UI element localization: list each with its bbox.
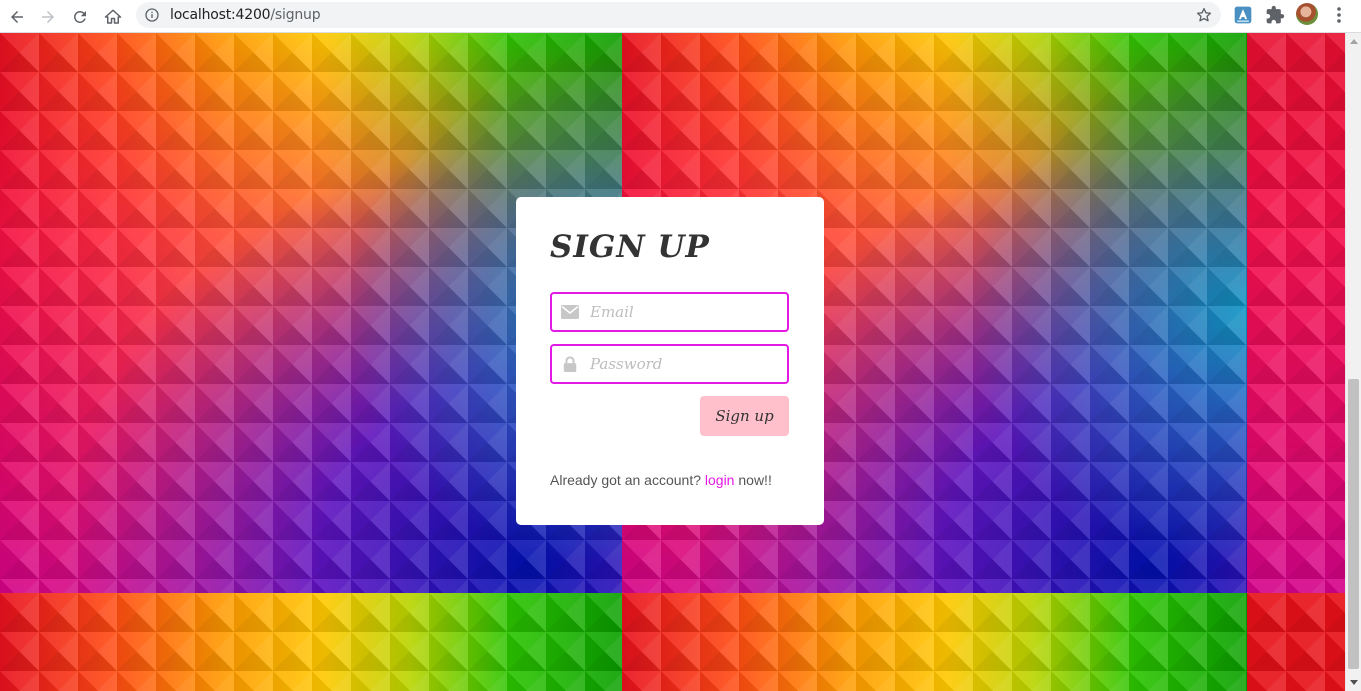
background-tile — [622, 593, 1247, 691]
arrow-right-icon — [42, 11, 54, 23]
password-input[interactable] — [590, 346, 780, 382]
background-tile — [1247, 33, 1345, 593]
login-prompt-suffix: now!! — [738, 472, 772, 488]
envelope-icon — [561, 305, 579, 319]
scroll-up-arrow[interactable] — [1350, 39, 1358, 44]
login-link[interactable]: login — [705, 472, 735, 488]
info-icon[interactable] — [144, 7, 160, 23]
scroll-thumb[interactable] — [1348, 379, 1359, 669]
app-extension-icon[interactable] — [1233, 5, 1253, 25]
signup-card: SIGN UP Sign up Already got an account? … — [516, 197, 824, 525]
url-path: /signup — [270, 7, 321, 23]
address-bar[interactable]: localhost:4200/signup — [136, 2, 1221, 28]
reload-button[interactable] — [67, 4, 93, 30]
vertical-scrollbar[interactable] — [1345, 33, 1361, 691]
lock-icon — [563, 356, 577, 372]
email-field[interactable] — [550, 292, 789, 332]
forward-button[interactable] — [35, 4, 61, 30]
puzzle-icon[interactable] — [1265, 5, 1285, 25]
more-vert-icon[interactable] — [1332, 6, 1346, 24]
signup-button[interactable]: Sign up — [700, 396, 789, 436]
login-prompt: Already got an account? login now!! — [550, 472, 772, 488]
home-button[interactable] — [100, 4, 126, 30]
password-field[interactable] — [550, 344, 789, 384]
url-text[interactable]: localhost:4200/signup — [170, 7, 321, 23]
home-icon — [104, 9, 122, 24]
background-tile — [1247, 593, 1345, 691]
reload-icon — [73, 10, 86, 23]
back-button[interactable] — [4, 4, 30, 30]
background-tile — [0, 593, 622, 691]
scroll-down-arrow[interactable] — [1350, 680, 1358, 685]
star-icon[interactable] — [1195, 6, 1213, 24]
login-prompt-prefix: Already got an account? — [550, 472, 701, 488]
browser-toolbar: localhost:4200/signup — [0, 0, 1361, 33]
avatar[interactable] — [1296, 3, 1318, 25]
page-title: SIGN UP — [550, 229, 710, 265]
url-host: localhost:4200 — [170, 7, 271, 23]
email-input[interactable] — [590, 294, 780, 330]
arrow-left-icon — [11, 11, 23, 23]
